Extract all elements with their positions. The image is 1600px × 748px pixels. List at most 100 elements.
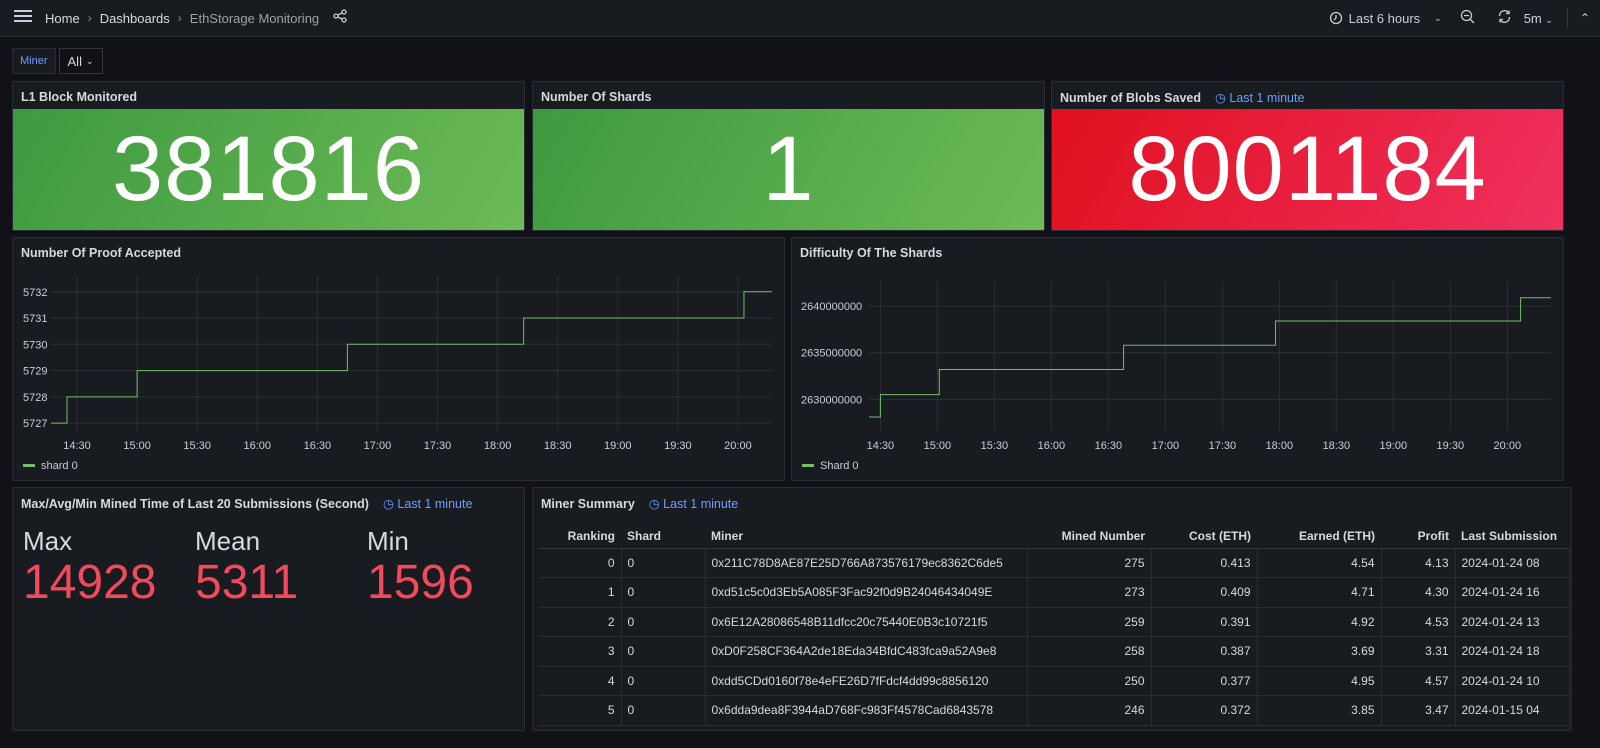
column-header[interactable]: Last Submission <box>1455 524 1569 549</box>
table-cell: 0 <box>621 666 706 696</box>
x-tick-label: 18:00 <box>1266 440 1294 452</box>
chart-difficulty: 2630000000 2635000000 2640000000 14:30 15:00… <box>801 281 1551 472</box>
table-cell: 258 <box>1027 636 1152 667</box>
x-tick-label: 15:30 <box>981 440 1009 452</box>
panel-title-text: Miner Summary <box>541 497 635 511</box>
refresh-interval-picker[interactable]: 5m ⌄ <box>1524 11 1553 26</box>
column-header[interactable]: Profit <box>1381 524 1455 549</box>
miner-select[interactable]: All ⌄ <box>58 48 103 74</box>
table-cell: 0x211C78D8AE87E25D766A873576179ec8362C6d… <box>705 548 1028 578</box>
x-tick-label: 16:30 <box>1095 440 1123 452</box>
breadcrumb-home[interactable]: Home <box>45 11 80 26</box>
y-tick-label: 5727 <box>23 418 47 430</box>
breadcrumb-dashboards[interactable]: Dashboards <box>100 11 170 26</box>
legend-item: shard 0 <box>41 460 78 472</box>
chevron-down-icon: ⌄ <box>1434 12 1442 23</box>
x-tick-label: 17:30 <box>1209 440 1237 452</box>
table-cell: 0 <box>621 607 706 637</box>
x-tick-label: 18:30 <box>1323 440 1351 452</box>
table-cell: 3.85 <box>1257 695 1382 726</box>
table-cell: 250 <box>1027 666 1152 696</box>
x-tick-label: 19:30 <box>1437 440 1465 452</box>
panel-title: Number of Blobs Saved ◷ Last 1 minute <box>1060 90 1304 105</box>
table-cell: 3 <box>539 636 622 667</box>
y-tick-label: 2635000000 <box>801 348 862 360</box>
table-cell: 0xdd5CDd0160f78e4eFE26D7fFdcf4dd99c88561… <box>705 666 1028 696</box>
stat-mean: Mean 5311 <box>195 526 299 609</box>
x-tick-label: 19:00 <box>604 440 632 452</box>
legend-swatch <box>23 464 35 467</box>
table-cell: 0.413 <box>1151 548 1258 578</box>
table-cell: 2024-01-24 18 <box>1455 636 1570 667</box>
menu-icon[interactable] <box>14 9 32 28</box>
series-line <box>51 291 772 424</box>
x-tick-label: 20:00 <box>724 440 752 452</box>
refresh-icon[interactable] <box>1497 9 1512 27</box>
column-header[interactable]: Earned (ETH) <box>1257 524 1381 549</box>
table-cell: 4.13 <box>1381 548 1456 578</box>
table-cell: 3.31 <box>1381 636 1456 667</box>
x-tick-label: 14:30 <box>867 440 895 452</box>
x-tick-label: 15:30 <box>183 440 211 452</box>
table-cell: 5 <box>539 695 622 726</box>
table-cell: 0.372 <box>1151 695 1258 726</box>
y-tick-label: 5728 <box>23 392 47 404</box>
time-range-picker[interactable]: Last 6 hours ⌄ <box>1329 11 1442 26</box>
variable-label-miner: Miner <box>12 48 56 74</box>
column-header[interactable]: Shard <box>621 524 705 549</box>
table-cell: 246 <box>1027 695 1152 726</box>
x-tick-label: 17:30 <box>424 440 452 452</box>
x-tick-label: 18:30 <box>544 440 572 452</box>
time-override: ◷ Last 1 minute <box>648 497 739 511</box>
panel-miner-summary: Miner Summary ◷ Last 1 minute Ranking Shar… <box>532 487 1572 731</box>
legend-item: Shard 0 <box>820 460 859 472</box>
panel-l1-block: L1 Block Monitored 381816 <box>12 81 525 231</box>
table-row: 5 0 0x6dda9dea8F3944aD768Fc983Ff4578Cad684… <box>539 695 1570 726</box>
y-tick-label: 2630000000 <box>801 394 862 406</box>
x-tick-label: 15:00 <box>924 440 952 452</box>
table-cell: 4.30 <box>1381 577 1456 608</box>
chevron-up-icon[interactable]: ⌃ <box>1580 11 1590 25</box>
share-icon[interactable] <box>333 8 347 28</box>
table-cell: 4.95 <box>1257 666 1382 696</box>
column-header[interactable]: Ranking <box>539 524 621 549</box>
panel-blobs-saved: Number of Blobs Saved ◷ Last 1 minute 800… <box>1051 81 1564 231</box>
table-cell: 273 <box>1027 577 1152 608</box>
clock-icon <box>1329 11 1342 25</box>
table-cell: 0xd51c5c0d3Eb5A085F3Fac92f0d9B2404643404… <box>705 577 1028 608</box>
panel-title-text: Number of Blobs Saved <box>1060 91 1201 105</box>
table-cell: 0.391 <box>1151 607 1258 637</box>
x-tick-label: 17:00 <box>364 440 392 452</box>
column-header[interactable]: Miner <box>705 524 1027 549</box>
table-row: 0 0 0x211C78D8AE87E25D766A873576179ec8362C… <box>539 548 1570 578</box>
panel-difficulty: Difficulty Of The Shards 2630000000 26350… <box>791 237 1564 481</box>
panel-title: Number Of Shards <box>541 90 652 104</box>
column-header[interactable]: Mined Number <box>1027 524 1151 549</box>
time-range-label: Last 6 hours <box>1348 10 1421 26</box>
stat-value: 381816 <box>13 109 524 230</box>
table-cell: 2024-01-24 13 <box>1455 607 1570 637</box>
miner-select-value: All <box>67 53 82 69</box>
y-tick-label: 2640000000 <box>801 301 862 313</box>
time-override: ◷ Last 1 minute <box>1215 91 1305 105</box>
x-tick-label: 17:00 <box>1152 440 1180 452</box>
table-cell: 0 <box>621 695 706 726</box>
table-cell: 2024-01-24 10 <box>1455 666 1570 696</box>
column-header[interactable]: Cost (ETH) <box>1151 524 1257 549</box>
table-cell: 2024-01-24 16 <box>1455 577 1570 608</box>
x-tick-label: 14:30 <box>63 440 91 452</box>
table-cell: 0.387 <box>1151 636 1258 667</box>
x-tick-label: 18:00 <box>484 440 512 452</box>
x-tick-label: 20:00 <box>1494 440 1522 452</box>
breadcrumb-current: EthStorage Monitoring <box>189 10 320 26</box>
table-cell: 2024-01-15 04 <box>1455 695 1570 726</box>
chart-proof-accepted: 5727 5728 5729 5730 5731 5732 14:30 15:00 15:30 1… <box>23 276 772 472</box>
time-override: ◷ Last 1 minute <box>382 497 473 511</box>
x-tick-label: 15:00 <box>123 440 151 452</box>
x-tick-label: 16:30 <box>304 440 332 452</box>
table-cell: 259 <box>1027 607 1152 637</box>
table-cell: 0xD0F258CF364A2de18Eda34BfdC483fca9a52A9… <box>705 636 1028 667</box>
variable-bar: Miner All ⌄ <box>12 48 103 74</box>
table-cell: 3.47 <box>1381 695 1456 726</box>
zoom-out-icon[interactable] <box>1460 9 1475 27</box>
